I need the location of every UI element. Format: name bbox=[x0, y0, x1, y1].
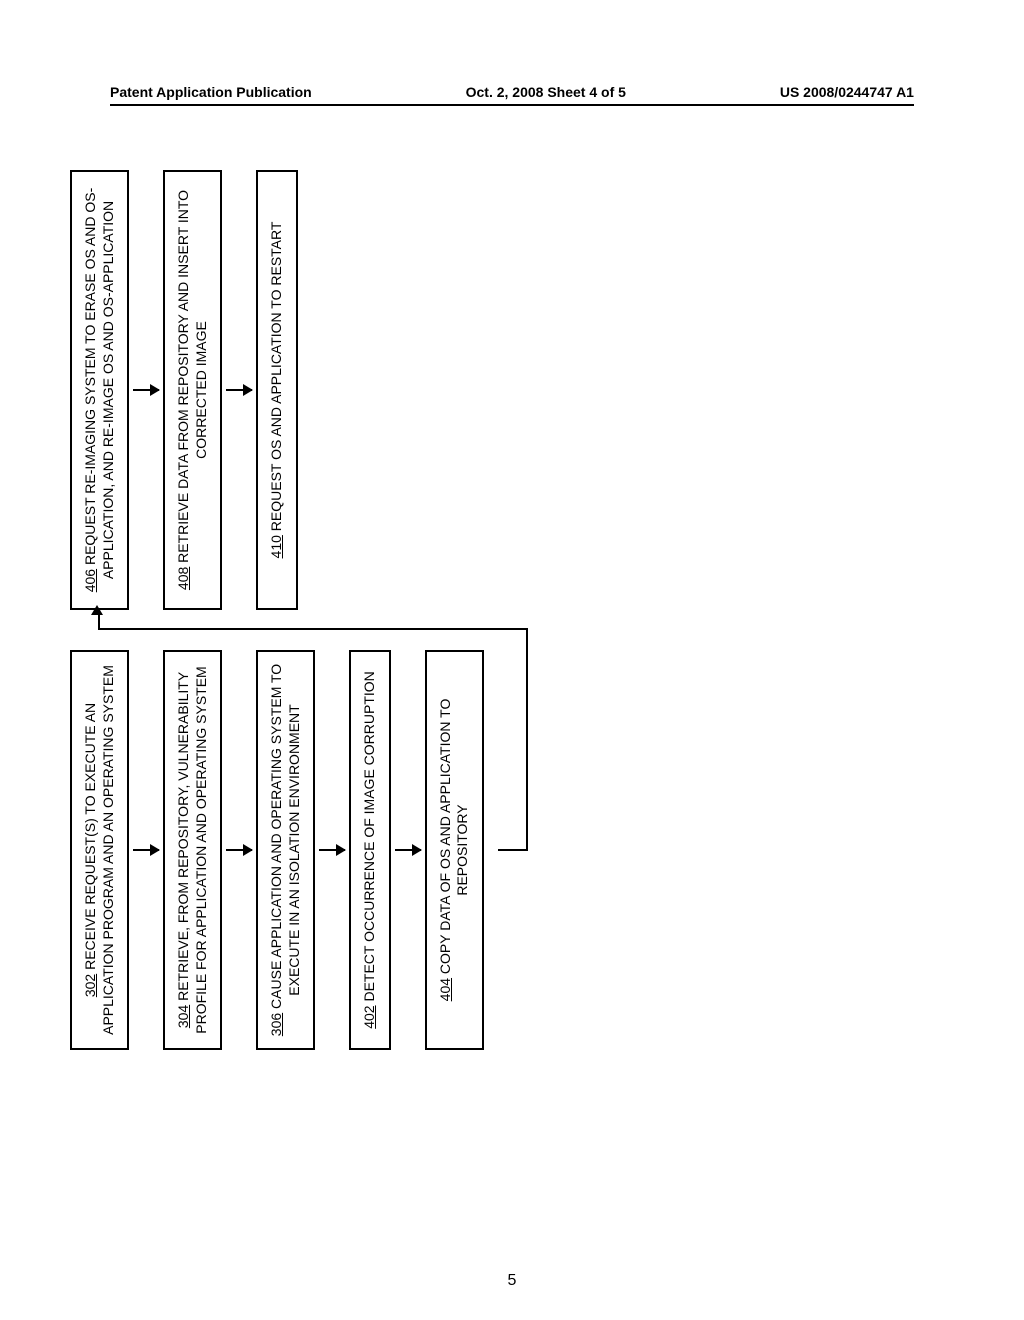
arrow-down-icon bbox=[133, 389, 159, 391]
box-text: COPY DATA OF OS AND APPLICATION TO REPOS… bbox=[437, 699, 471, 974]
header-right: US 2008/0244747 A1 bbox=[780, 84, 914, 100]
box-number: 304 bbox=[175, 1005, 191, 1028]
page-header: Patent Application Publication Oct. 2, 2… bbox=[110, 84, 914, 106]
box-number: 306 bbox=[268, 1013, 284, 1036]
box-302: 302 RECEIVE REQUEST(S) TO EXECUTE AN APP… bbox=[70, 650, 129, 1050]
box-number: 402 bbox=[361, 1005, 377, 1028]
box-402: 402 DETECT OCCURRENCE OF IMAGE CORRUPTIO… bbox=[349, 650, 391, 1050]
arrow-down-icon bbox=[395, 849, 421, 851]
header-left: Patent Application Publication bbox=[110, 84, 312, 100]
box-number: 302 bbox=[82, 974, 98, 997]
box-408: 408 RETRIEVE DATA FROM REPOSITORY AND IN… bbox=[163, 170, 222, 610]
arrow-down-icon bbox=[226, 849, 252, 851]
box-410: 410 REQUEST OS AND APPLICATION TO RESTAR… bbox=[256, 170, 298, 610]
flow-diagram: FIG. 4 302 RECEIVE REQUEST(S) TO EXECUTE… bbox=[0, 280, 1024, 1060]
box-306: 306 CAUSE APPLICATION AND OPERATING SYST… bbox=[256, 650, 315, 1050]
box-text: CAUSE APPLICATION AND OPERATING SYSTEM T… bbox=[268, 664, 302, 1009]
connector-line bbox=[498, 849, 528, 851]
box-404: 404 COPY DATA OF OS AND APPLICATION TO R… bbox=[425, 650, 484, 1050]
page: Patent Application Publication Oct. 2, 2… bbox=[0, 0, 1024, 1320]
connector-line bbox=[98, 628, 528, 630]
connector-line bbox=[526, 630, 528, 851]
box-number: 406 bbox=[82, 569, 98, 592]
arrow-down-icon bbox=[319, 849, 345, 851]
box-406: 406 REQUEST RE-IMAGING SYSTEM TO ERASE O… bbox=[70, 170, 129, 610]
box-text: DETECT OCCURRENCE OF IMAGE CORRUPTION bbox=[361, 671, 377, 1001]
box-number: 404 bbox=[437, 978, 453, 1001]
arrow-down-icon bbox=[133, 849, 159, 851]
box-text: RETRIEVE, FROM REPOSITORY, VULNERABILITY… bbox=[175, 666, 209, 1033]
page-number: 5 bbox=[508, 1272, 517, 1290]
right-column: 406 REQUEST RE-IMAGING SYSTEM TO ERASE O… bbox=[70, 170, 298, 610]
box-text: RETRIEVE DATA FROM REPOSITORY AND INSERT… bbox=[175, 190, 209, 563]
arrow-down-icon bbox=[226, 389, 252, 391]
left-column: 302 RECEIVE REQUEST(S) TO EXECUTE AN APP… bbox=[70, 650, 484, 1050]
box-number: 408 bbox=[175, 567, 191, 590]
box-text: REQUEST OS AND APPLICATION TO RESTART bbox=[268, 222, 284, 532]
header-center: Oct. 2, 2008 Sheet 4 of 5 bbox=[466, 84, 626, 100]
box-number: 410 bbox=[268, 535, 284, 558]
box-304: 304 RETRIEVE, FROM REPOSITORY, VULNERABI… bbox=[163, 650, 222, 1050]
arrow-right-tip-icon bbox=[91, 605, 103, 615]
box-text: REQUEST RE-IMAGING SYSTEM TO ERASE OS AN… bbox=[82, 188, 116, 579]
